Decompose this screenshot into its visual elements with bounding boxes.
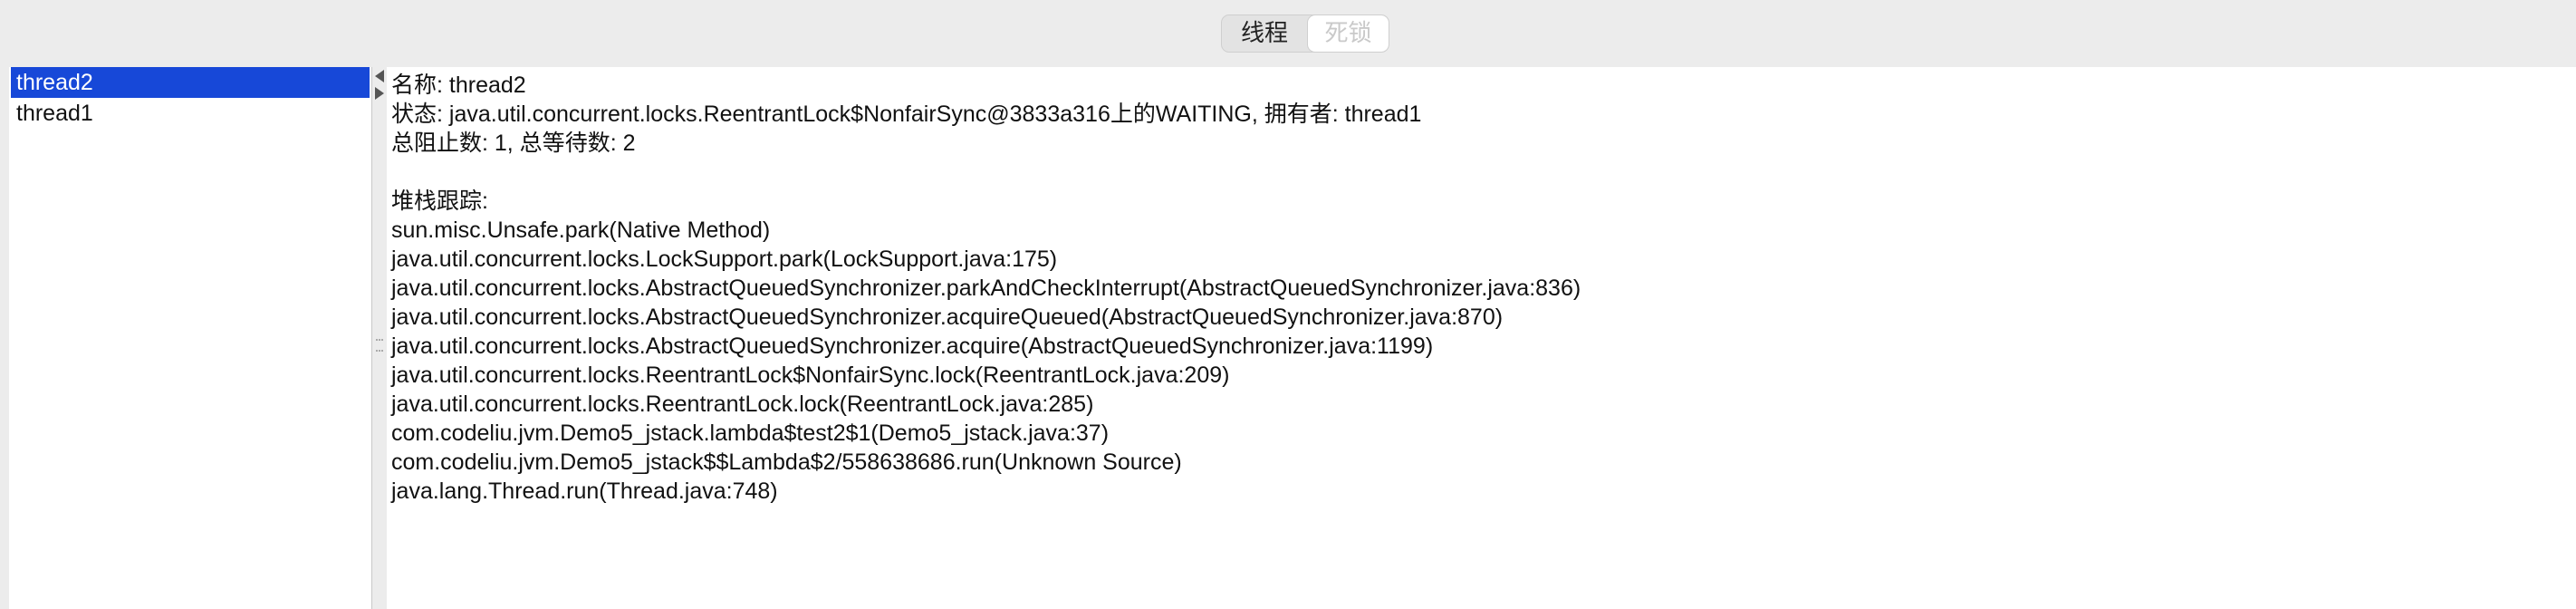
tab-bar: 线程 死锁: [0, 0, 2576, 65]
thread-list-item[interactable]: thread1: [11, 98, 370, 129]
stack-frame: java.lang.Thread.run(Thread.java:748): [391, 478, 778, 504]
stack-frame: java.util.concurrent.locks.LockSupport.p…: [391, 246, 1058, 272]
stack-frame: java.util.concurrent.locks.ReentrantLock…: [391, 392, 1094, 417]
expand-right-arrow-icon[interactable]: [375, 87, 384, 100]
thread-detail-panel[interactable]: 名称: thread2 状态: java.util.concurrent.loc…: [387, 67, 2576, 609]
stack-frame: java.util.concurrent.locks.AbstractQueue…: [391, 304, 1504, 330]
tab-deadlock[interactable]: 死锁: [1308, 15, 1389, 52]
stack-trace-header: 堆栈跟踪:: [391, 188, 488, 214]
thread-inspector-window: 线程 死锁 thread2 thread1 名称: thread2 状态: ja…: [0, 0, 2576, 609]
tab-threads[interactable]: 线程: [1222, 15, 1307, 52]
stack-frame: java.util.concurrent.locks.AbstractQueue…: [391, 276, 1581, 301]
stack-frame: java.util.concurrent.locks.AbstractQueue…: [391, 334, 1434, 359]
drag-grip-icon[interactable]: [376, 339, 383, 352]
thread-state-line: 状态: java.util.concurrent.locks.Reentrant…: [391, 102, 1422, 127]
stack-frame: com.codeliu.jvm.Demo5_jstack$$Lambda$2/5…: [391, 450, 1182, 475]
stack-frame: com.codeliu.jvm.Demo5_jstack.lambda$test…: [391, 420, 1110, 446]
thread-list-item[interactable]: thread2: [11, 67, 370, 98]
stack-frame: java.util.concurrent.locks.ReentrantLock…: [391, 362, 1230, 388]
split-pane-divider[interactable]: [372, 67, 387, 609]
thread-name-line: 名称: thread2: [391, 72, 526, 98]
thread-list[interactable]: thread2 thread1: [9, 67, 372, 609]
stack-frame: sun.misc.Unsafe.park(Native Method): [391, 218, 771, 243]
collapse-left-arrow-icon[interactable]: [375, 70, 384, 82]
thread-counts-line: 总阻止数: 1, 总等待数: 2: [391, 130, 636, 156]
segmented-tab-control: 线程 死锁: [1221, 14, 1389, 53]
